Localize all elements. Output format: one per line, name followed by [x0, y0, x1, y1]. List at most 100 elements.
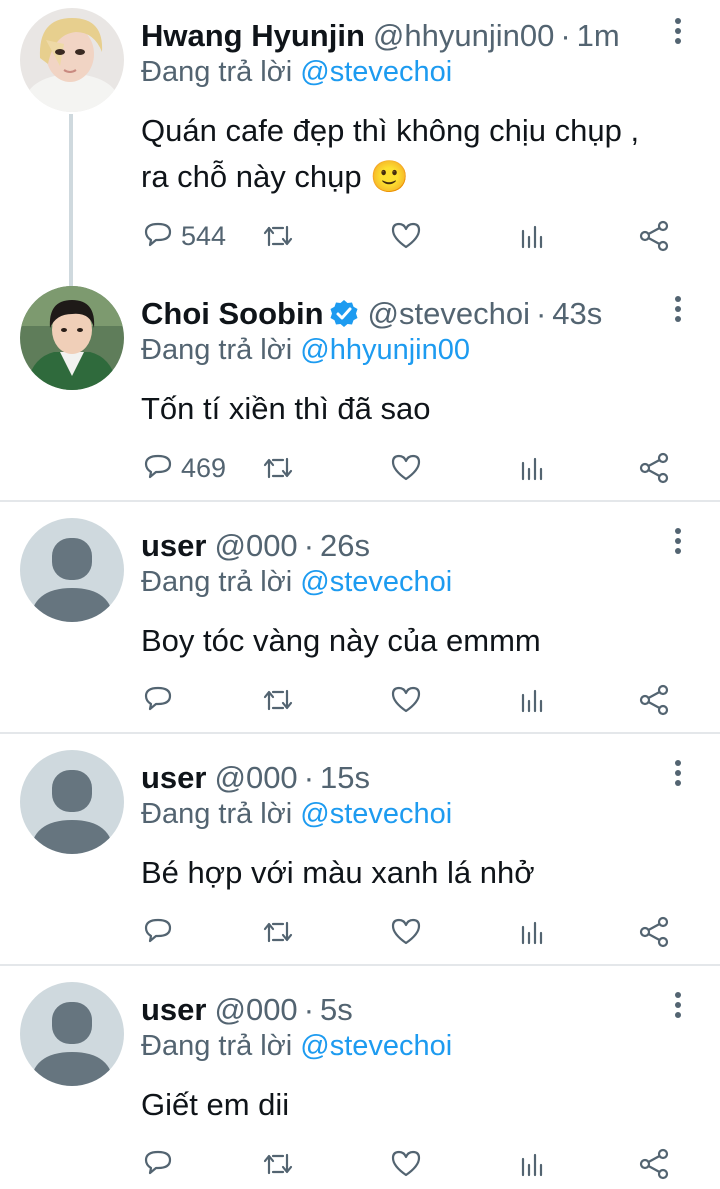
tweet-text: Quán cafe đẹp thì không chịu chụp , ra c… — [141, 108, 680, 200]
analytics-icon — [521, 689, 543, 713]
replying-prefix: Đang trả lời — [141, 334, 301, 366]
default-avatar-icon — [20, 750, 124, 854]
replying-to-mention[interactable]: @stevechoi — [300, 566, 452, 598]
avatar[interactable] — [20, 982, 124, 1086]
replying-to: Đang trả lời @stevechoi — [141, 566, 452, 599]
timestamp[interactable]: 43s — [552, 296, 602, 332]
analytics-icon — [521, 225, 543, 249]
reply-button[interactable] — [141, 680, 181, 720]
user-handle[interactable]: @000 — [214, 760, 297, 796]
replying-to-mention[interactable]: @hhyunjin00 — [300, 334, 470, 366]
like-button[interactable] — [389, 912, 423, 952]
tweet-actions — [141, 912, 681, 952]
display-name[interactable]: Choi Soobin — [141, 296, 324, 332]
reply-button[interactable]: 544 — [141, 216, 226, 256]
like-button[interactable] — [389, 216, 423, 256]
tweet-user-5s[interactable]: user @000 · 5s Đang trả lời @stevechoi G… — [0, 978, 720, 1189]
share-icon — [639, 1148, 669, 1180]
share-button[interactable] — [637, 216, 671, 256]
avatar[interactable] — [20, 518, 124, 622]
tweet-header: Hwang Hyunjin @hhyunjin00 · 1m — [141, 14, 640, 58]
reply-button[interactable] — [141, 1144, 181, 1184]
analytics-button[interactable] — [515, 680, 549, 720]
tweet-text-line: Quán cafe đẹp thì không chịu chụp , — [141, 113, 640, 148]
retweet-button[interactable] — [261, 216, 295, 256]
tweet-actions: 544 — [141, 216, 681, 256]
tweet-user-26s[interactable]: user @000 · 26s Đang trả lời @stevechoi … — [0, 514, 720, 732]
more-options-icon[interactable] — [666, 524, 690, 564]
share-button[interactable] — [637, 680, 671, 720]
display-name[interactable]: Hwang Hyunjin — [141, 18, 365, 54]
replying-to-mention[interactable]: @stevechoi — [300, 1030, 452, 1062]
like-button[interactable] — [389, 448, 423, 488]
retweet-icon — [263, 921, 293, 943]
tweet-text: Giết em dii — [141, 1087, 290, 1122]
replying-to: Đang trả lời @stevechoi — [141, 56, 452, 89]
more-options-icon[interactable] — [666, 756, 690, 796]
tweet-text: Tốn tí xiền thì đã sao — [141, 391, 431, 426]
analytics-button[interactable] — [515, 912, 549, 952]
tweet-header: user @000 · 26s — [141, 524, 640, 568]
verified-badge-icon — [330, 300, 358, 327]
like-button[interactable] — [389, 1144, 423, 1184]
retweet-button[interactable] — [261, 680, 295, 720]
separator-dot: · — [303, 760, 315, 795]
share-icon — [639, 684, 669, 716]
avatar[interactable] — [20, 8, 124, 112]
user-handle[interactable]: @hhyunjin00 — [373, 18, 554, 54]
timestamp[interactable]: 15s — [320, 760, 370, 796]
tweet-hwang-hyunjin[interactable]: Hwang Hyunjin @hhyunjin00 · 1m Đang trả … — [0, 0, 720, 270]
share-button[interactable] — [637, 912, 671, 952]
reply-icon — [144, 918, 172, 943]
share-icon — [639, 220, 669, 252]
retweet-button[interactable] — [261, 912, 295, 952]
display-name[interactable]: user — [141, 528, 206, 564]
reply-button[interactable]: 469 — [141, 448, 226, 488]
tweet-actions: 469 — [141, 448, 681, 488]
more-options-icon[interactable] — [666, 292, 690, 332]
timestamp[interactable]: 5s — [320, 992, 353, 1028]
analytics-button[interactable] — [515, 1144, 549, 1184]
reply-icon — [144, 1150, 172, 1175]
retweet-button[interactable] — [261, 1144, 295, 1184]
more-options-icon[interactable] — [666, 988, 690, 1028]
user-handle[interactable]: @000 — [214, 528, 297, 564]
like-button[interactable] — [389, 680, 423, 720]
default-avatar-icon — [20, 982, 124, 1086]
tweet-user-15s[interactable]: user @000 · 15s Đang trả lời @stevechoi … — [0, 746, 720, 964]
analytics-icon — [521, 921, 543, 945]
more-options-icon[interactable] — [666, 14, 690, 54]
reply-icon — [144, 222, 172, 247]
share-button[interactable] — [637, 1144, 671, 1184]
retweet-button[interactable] — [261, 448, 295, 488]
analytics-button[interactable] — [515, 216, 549, 256]
avatar[interactable] — [20, 750, 124, 854]
tweet-text: Boy tóc vàng này của emmm — [141, 623, 541, 658]
user-handle[interactable]: @stevechoi — [368, 296, 530, 332]
avatar[interactable] — [20, 286, 124, 390]
timestamp[interactable]: 1m — [577, 18, 620, 54]
tweet-choi-soobin[interactable]: Choi Soobin @stevechoi · 43s Đang trả lờ… — [0, 282, 720, 500]
user-handle[interactable]: @000 — [214, 992, 297, 1028]
tweet-header: user @000 · 5s — [141, 988, 640, 1032]
tweet-actions — [141, 680, 681, 720]
reply-button[interactable] — [141, 912, 181, 952]
display-name[interactable]: user — [141, 992, 206, 1028]
replying-to: Đang trả lời @hhyunjin00 — [141, 334, 470, 367]
tweet-header: Choi Soobin @stevechoi · 43s — [141, 292, 640, 336]
replying-prefix: Đang trả lời — [141, 798, 301, 830]
separator-dot: · — [535, 296, 547, 331]
separator-dot: · — [560, 18, 571, 53]
share-button[interactable] — [637, 448, 671, 488]
separator-dot: · — [303, 528, 315, 563]
retweet-icon — [263, 225, 293, 247]
timestamp[interactable]: 26s — [320, 528, 370, 564]
analytics-icon — [521, 457, 543, 481]
tweet-header: user @000 · 15s — [141, 756, 640, 800]
display-name[interactable]: user — [141, 760, 206, 796]
analytics-button[interactable] — [515, 448, 549, 488]
replying-to-mention[interactable]: @stevechoi — [300, 56, 452, 88]
replying-to-mention[interactable]: @stevechoi — [300, 798, 452, 830]
divider — [0, 732, 720, 734]
heart-icon — [391, 918, 421, 945]
